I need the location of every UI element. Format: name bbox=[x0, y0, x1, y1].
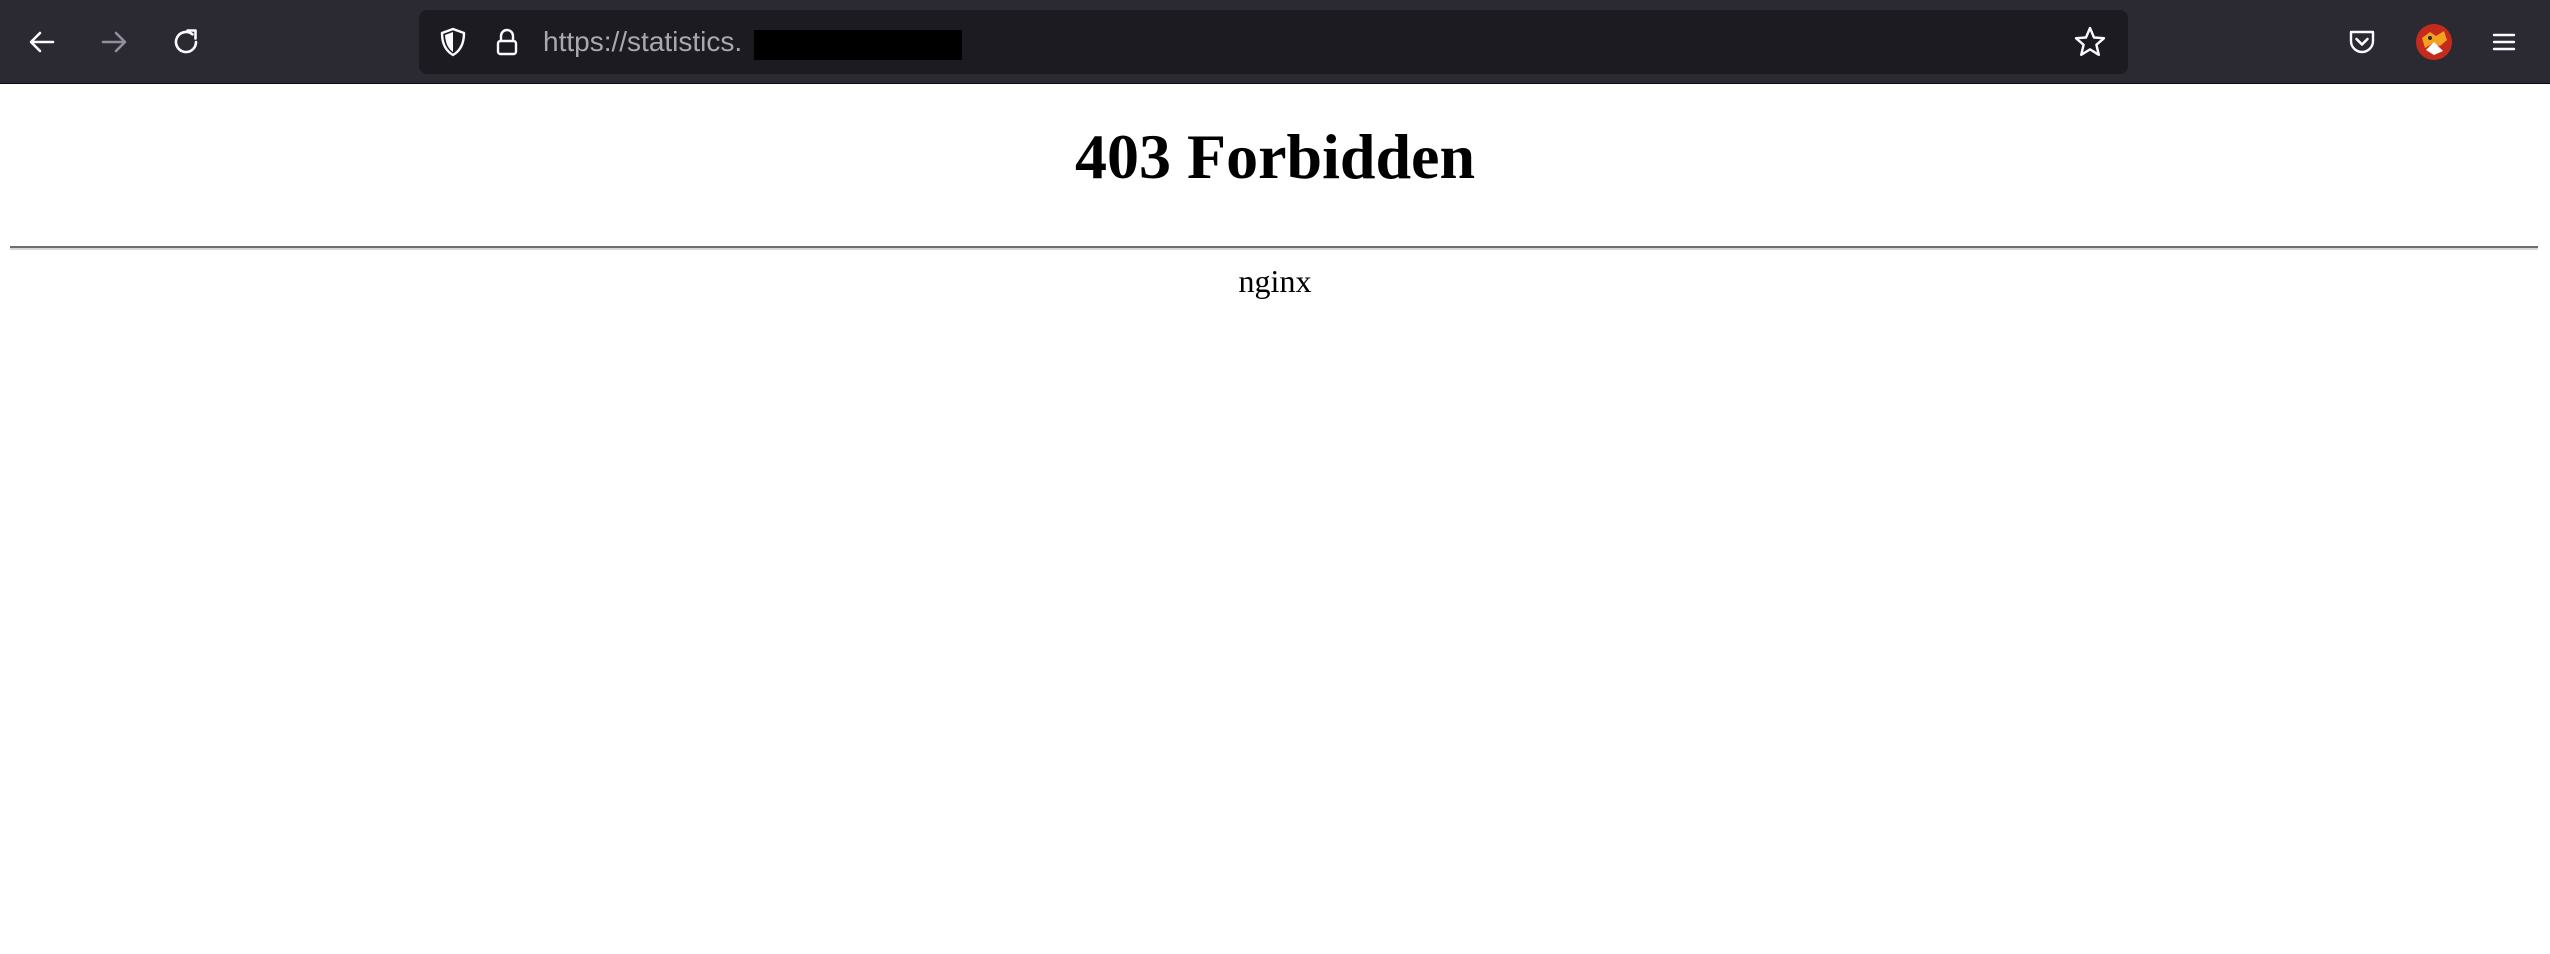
lock-icon[interactable] bbox=[489, 24, 525, 60]
page-title: 403 Forbidden bbox=[1074, 121, 1476, 192]
url-bar[interactable]: https://statistics. bbox=[419, 10, 2128, 74]
reload-icon bbox=[174, 29, 198, 54]
hamburger-menu-icon bbox=[2492, 33, 2516, 51]
pocket-icon bbox=[2349, 30, 2375, 54]
server-name: nginx bbox=[1238, 263, 1312, 299]
forward-button[interactable] bbox=[88, 16, 140, 68]
shield-icon[interactable] bbox=[435, 24, 471, 60]
pocket-button[interactable] bbox=[2336, 16, 2388, 68]
arrow-left-icon bbox=[29, 31, 55, 53]
horizontal-rule bbox=[10, 246, 2538, 250]
avatar[interactable] bbox=[2416, 24, 2452, 60]
back-button[interactable] bbox=[16, 16, 68, 68]
browser-toolbar: https://statistics. bbox=[0, 0, 2550, 84]
menu-button[interactable] bbox=[2478, 16, 2530, 68]
star-icon[interactable] bbox=[2072, 24, 2108, 60]
reload-button[interactable] bbox=[160, 16, 212, 68]
arrow-right-icon bbox=[101, 31, 127, 53]
url-text[interactable]: https://statistics. bbox=[543, 10, 742, 74]
url-redaction bbox=[754, 30, 962, 60]
page-content: 403 Forbidden nginx bbox=[0, 85, 2550, 954]
